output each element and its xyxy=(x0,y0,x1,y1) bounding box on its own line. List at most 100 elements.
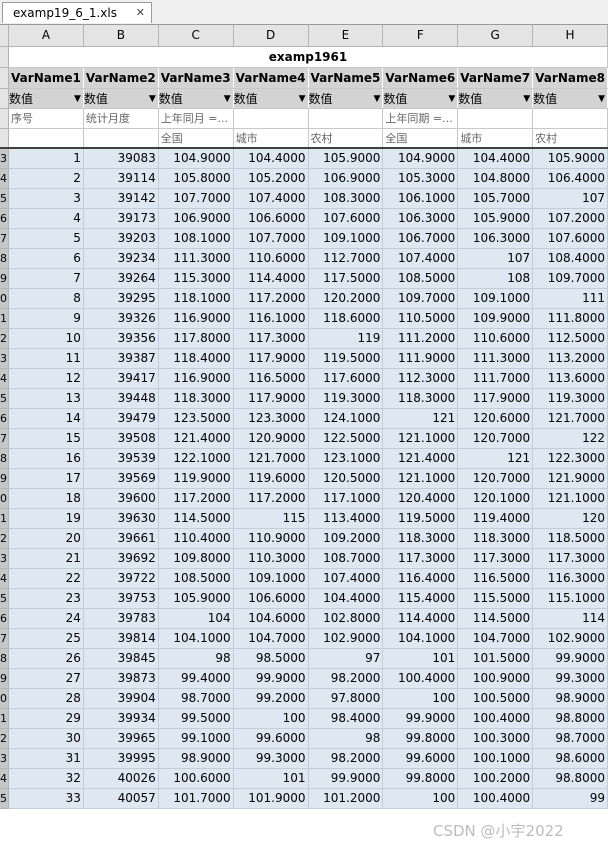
data-cell[interactable]: 109.9000 xyxy=(457,308,534,329)
data-cell[interactable]: 120.7000 xyxy=(457,428,534,449)
data-cell[interactable]: 105.2000 xyxy=(233,168,309,189)
data-cell[interactable]: 100.2000 xyxy=(457,768,534,789)
data-cell[interactable]: 122.1000 xyxy=(158,448,234,469)
data-cell[interactable]: 119.5000 xyxy=(308,348,384,369)
data-cell[interactable]: 119.5000 xyxy=(382,508,459,529)
data-cell[interactable]: 116.9000 xyxy=(158,308,234,329)
data-cell[interactable]: 98.9000 xyxy=(532,688,608,709)
var-type-cell[interactable]: 数值 ▼ xyxy=(308,88,384,109)
data-cell[interactable]: 104.1000 xyxy=(158,628,234,649)
row-header[interactable] xyxy=(0,88,9,109)
label-cell[interactable] xyxy=(532,108,608,129)
data-cell[interactable]: 119.6000 xyxy=(233,468,309,489)
data-cell[interactable]: 123.5000 xyxy=(158,408,234,429)
row-header[interactable]: 5 xyxy=(0,588,9,609)
data-cell[interactable]: 109.1000 xyxy=(233,568,309,589)
data-cell[interactable]: 100 xyxy=(382,788,459,809)
data-cell[interactable]: 98.2000 xyxy=(308,748,384,769)
data-cell[interactable]: 108.3000 xyxy=(308,188,384,209)
data-cell[interactable]: 108.5000 xyxy=(382,268,459,289)
data-cell[interactable]: 39387 xyxy=(83,348,159,369)
dropdown-arrow-icon[interactable]: ▼ xyxy=(598,89,605,108)
row-header[interactable]: 3 xyxy=(0,348,9,369)
data-cell[interactable]: 119.3000 xyxy=(532,388,608,409)
row-header[interactable]: 6 xyxy=(0,608,9,629)
data-cell[interactable]: 39904 xyxy=(83,688,159,709)
data-cell[interactable]: 100 xyxy=(382,688,459,709)
column-header[interactable]: B xyxy=(83,25,159,47)
data-cell[interactable]: 117.9000 xyxy=(233,348,309,369)
row-header[interactable]: 9 xyxy=(0,468,9,489)
data-cell[interactable]: 39934 xyxy=(83,708,159,729)
row-header[interactable]: 5 xyxy=(0,788,9,809)
data-cell[interactable]: 111.3000 xyxy=(158,248,234,269)
column-header[interactable]: H xyxy=(532,25,608,47)
row-header[interactable]: 4 xyxy=(0,368,9,389)
data-cell[interactable]: 109.7000 xyxy=(382,288,459,309)
data-cell[interactable]: 120.4000 xyxy=(382,488,459,509)
data-cell[interactable]: 110.6000 xyxy=(233,248,309,269)
column-header[interactable]: D xyxy=(233,25,309,47)
data-cell[interactable]: 117.3000 xyxy=(532,548,608,569)
data-cell[interactable]: 39448 xyxy=(83,388,159,409)
data-cell[interactable]: 102.8000 xyxy=(308,608,384,629)
label-cell[interactable]: 城市 xyxy=(233,128,309,149)
label-cell[interactable] xyxy=(233,108,309,129)
data-cell[interactable]: 116.1000 xyxy=(233,308,309,329)
close-icon[interactable]: ✕ xyxy=(136,3,145,23)
data-cell[interactable]: 39326 xyxy=(83,308,159,329)
row-header[interactable]: 4 xyxy=(0,768,9,789)
data-cell[interactable]: 39539 xyxy=(83,448,159,469)
data-cell[interactable]: 98 xyxy=(308,728,384,749)
data-cell[interactable]: 39508 xyxy=(83,428,159,449)
data-cell[interactable]: 5 xyxy=(8,228,84,249)
row-header[interactable] xyxy=(0,108,9,129)
data-cell[interactable]: 39965 xyxy=(83,728,159,749)
data-cell[interactable]: 118.3000 xyxy=(457,528,534,549)
var-name-cell[interactable]: VarName6 xyxy=(382,67,459,89)
data-cell[interactable]: 104.6000 xyxy=(233,608,309,629)
row-header[interactable]: 0 xyxy=(0,488,9,509)
data-cell[interactable]: 121.7000 xyxy=(532,408,608,429)
var-name-cell[interactable]: VarName5 xyxy=(308,67,384,89)
data-cell[interactable]: 120.7000 xyxy=(457,468,534,489)
data-cell[interactable]: 16 xyxy=(8,448,84,469)
column-header[interactable]: C xyxy=(158,25,234,47)
data-cell[interactable]: 113.6000 xyxy=(532,368,608,389)
data-cell[interactable]: 104.9000 xyxy=(382,148,459,169)
data-cell[interactable]: 106.4000 xyxy=(532,168,608,189)
data-cell[interactable]: 115.1000 xyxy=(532,588,608,609)
data-cell[interactable]: 105.3000 xyxy=(382,168,459,189)
data-cell[interactable]: 25 xyxy=(8,628,84,649)
data-cell[interactable]: 39356 xyxy=(83,328,159,349)
var-type-cell[interactable]: 数值 ▼ xyxy=(532,88,608,109)
data-cell[interactable]: 99.9000 xyxy=(532,648,608,669)
data-cell[interactable]: 11 xyxy=(8,348,84,369)
data-cell[interactable]: 105.8000 xyxy=(158,168,234,189)
data-cell[interactable]: 109.1000 xyxy=(457,288,534,309)
data-cell[interactable]: 29 xyxy=(8,708,84,729)
label-cell[interactable]: 全国 xyxy=(382,128,459,149)
label-cell[interactable] xyxy=(308,108,384,129)
data-cell[interactable]: 99.2000 xyxy=(233,688,309,709)
data-cell[interactable]: 121.7000 xyxy=(233,448,309,469)
data-cell[interactable]: 112.5000 xyxy=(532,328,608,349)
row-header[interactable]: 0 xyxy=(0,688,9,709)
data-cell[interactable]: 114.5000 xyxy=(457,608,534,629)
data-cell[interactable]: 2 xyxy=(8,168,84,189)
data-cell[interactable]: 121.9000 xyxy=(532,468,608,489)
data-cell[interactable]: 8 xyxy=(8,288,84,309)
data-cell[interactable]: 106.1000 xyxy=(382,188,459,209)
data-cell[interactable]: 107.6000 xyxy=(308,208,384,229)
data-cell[interactable]: 115.5000 xyxy=(457,588,534,609)
data-cell[interactable]: 18 xyxy=(8,488,84,509)
data-cell[interactable]: 107 xyxy=(532,188,608,209)
data-cell[interactable]: 39479 xyxy=(83,408,159,429)
data-cell[interactable]: 118.5000 xyxy=(532,528,608,549)
data-cell[interactable]: 15 xyxy=(8,428,84,449)
data-cell[interactable]: 106.3000 xyxy=(382,208,459,229)
data-cell[interactable]: 122.3000 xyxy=(532,448,608,469)
data-cell[interactable]: 110.5000 xyxy=(382,308,459,329)
data-cell[interactable]: 39234 xyxy=(83,248,159,269)
var-type-cell[interactable]: 数值 ▼ xyxy=(233,88,309,109)
